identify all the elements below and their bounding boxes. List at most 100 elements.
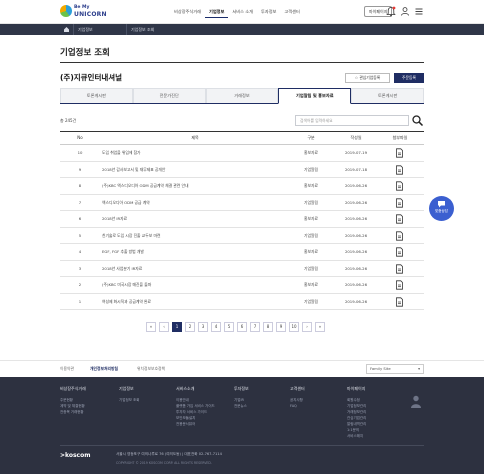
first-page-button[interactable]: «: [146, 322, 156, 332]
footer-column-heading[interactable]: 투자정보: [234, 386, 249, 392]
nav-item-invest[interactable]: 투자정보: [257, 8, 280, 18]
table-row[interactable]: 9 2018년 감사보고서 및 재무제표 공개안 기업알림 2019-07-18: [60, 162, 424, 178]
attachment-file-icon[interactable]: [395, 164, 404, 175]
footer-column-heading[interactable]: 마이페이지: [347, 386, 366, 392]
table-row[interactable]: 10 도입 취업을 위임에 참가 홍보자료 2019-07-19: [60, 145, 424, 162]
col-type: 구분: [307, 135, 315, 140]
table-row[interactable]: 8 (주)KBC 엑스디오디아 ODM 공급계약 체결 관련 안내 홍보자료 2019…: [60, 178, 424, 195]
consult-badge[interactable]: 맞춤상담: [429, 196, 454, 221]
tab-expert[interactable]: 전문가진단: [132, 88, 206, 103]
nav-item-service[interactable]: 서비스 소개: [228, 8, 257, 18]
footer-link[interactable]: FAQ: [290, 403, 305, 409]
tab-discussion-2[interactable]: 토론게시판: [351, 88, 424, 103]
row-title[interactable]: EGF, FGF 추출 방법 개발: [102, 244, 292, 259]
table-row[interactable]: 4 EGF, FGF 추출 방법 개발 홍보자료 2019-06-26: [60, 244, 424, 261]
row-type: 기업알림: [304, 298, 318, 304]
attachment-file-icon[interactable]: [395, 148, 404, 158]
footer-column-heading[interactable]: 서비스소개: [176, 386, 215, 392]
row-title[interactable]: 엑스디오디아 ODM 공급 계약: [102, 195, 292, 210]
site-logo[interactable]: Be My UNICORN: [60, 4, 106, 20]
page-number-button[interactable]: 5: [224, 322, 234, 332]
nav-item-support[interactable]: 고객센터: [280, 8, 303, 18]
table-row[interactable]: 6 2018년 IR자료 홍보자료 2019-06-26: [60, 211, 424, 228]
page-number-button[interactable]: 1: [172, 322, 182, 332]
footer-link[interactable]: 전문뉴스: [234, 403, 249, 409]
page-number-button[interactable]: 2: [185, 322, 195, 332]
add-favorite-button[interactable]: ☆ 관심기업등록: [345, 73, 390, 83]
table-row[interactable]: 7 엑스디오디아 ODM 공급 계약 기업알림 2019-06-26: [60, 195, 424, 211]
row-title[interactable]: 여성제 화시직과 공급계약 완료: [102, 294, 292, 309]
attachment-file-icon[interactable]: [395, 181, 404, 191]
menu-hamburger-icon[interactable]: [414, 6, 424, 17]
home-icon[interactable]: [63, 26, 70, 33]
row-title[interactable]: 2018년 감사보고서 및 재무제표 공개안: [102, 162, 292, 177]
location-policy-link[interactable]: 위치정보보호정책: [137, 366, 165, 372]
row-type: 기업알림: [304, 166, 318, 172]
last-page-button[interactable]: »: [315, 322, 325, 332]
tab-discussion[interactable]: 토론게시판: [60, 88, 133, 103]
attachment-file-icon[interactable]: [395, 263, 404, 274]
breadcrumb-item-company-search[interactable]: 기업정보 조회: [131, 24, 154, 35]
attachment-file-icon[interactable]: [395, 214, 404, 224]
footer-link[interactable]: 전용문서뷰어: [176, 421, 215, 427]
footer-links-bar: 이용약관 개인정보처리방침 위치정보보호정책 Family Site ▾: [0, 360, 484, 376]
page-number-button[interactable]: 7: [250, 322, 260, 332]
row-type: 홍보자료: [304, 183, 318, 188]
table-row[interactable]: 5 친기술로 도입 시장 진출 교두보 마련 기업알림 2019-06-26: [60, 228, 424, 244]
row-number: 4: [78, 249, 82, 254]
notice-table: No 제목 구분 작성일 첨부파일 10 도입 취업을 위임에 참가 홍보자료 201…: [60, 131, 424, 310]
notification-bell-icon[interactable]: [386, 6, 396, 17]
row-title[interactable]: (주)KBC 엑스디오디아 ODM 공급계약 체결 관련 안내: [102, 178, 292, 193]
page-number-button[interactable]: 10: [289, 322, 299, 332]
attachment-file-icon[interactable]: [395, 296, 404, 307]
prev-page-button[interactable]: ‹: [159, 322, 169, 332]
next-page-button[interactable]: ›: [302, 322, 312, 332]
footer-column-heading[interactable]: 비상장주식거래: [60, 386, 86, 392]
row-number: 10: [77, 150, 83, 155]
row-number: 1: [78, 298, 82, 304]
page-number-button[interactable]: 9: [276, 322, 286, 332]
row-title[interactable]: 2018년 IR자료: [102, 211, 292, 226]
row-title[interactable]: 도입 취업을 위임에 참가: [102, 145, 292, 160]
footer-link[interactable]: 기업정보 조회: [119, 397, 139, 403]
row-title[interactable]: 2018년 사업분기 IR자료: [102, 261, 292, 276]
tab-trade-info[interactable]: 거래정보: [205, 88, 279, 103]
total-count: 총 245건: [60, 118, 77, 123]
page-number-button[interactable]: 4: [211, 322, 221, 332]
user-icon[interactable]: [400, 6, 410, 17]
row-title[interactable]: 친기술로 도입 시장 진출 교두보 마련: [102, 228, 292, 243]
attachment-file-icon[interactable]: [395, 280, 404, 290]
footer-column-heading[interactable]: 고객센터: [290, 386, 305, 392]
terms-link[interactable]: 이용약관: [60, 366, 74, 372]
footer-column-heading[interactable]: 기업정보: [119, 386, 139, 392]
logo-mark-icon: [60, 5, 72, 17]
family-site-select[interactable]: Family Site ▾: [366, 364, 424, 374]
page-number-button[interactable]: 6: [237, 322, 247, 332]
copyright: COPYRIGHT © 2019 KOSCOM CORP. ALL RIGHTS…: [116, 461, 212, 465]
page-number-button[interactable]: 8: [263, 322, 273, 332]
row-title[interactable]: (주)KBC 미국시장 매진을 돌파: [102, 277, 292, 292]
family-site-label: Family Site: [370, 366, 391, 371]
tab-notices-pr[interactable]: 기업알림 및 홍보자료: [278, 88, 352, 104]
table-row[interactable]: 1 여성제 화시직과 공급계약 완료 기업알림 2019-06-26: [60, 294, 424, 310]
breadcrumb-item-company-info[interactable]: 기업정보: [78, 24, 93, 35]
privacy-link[interactable]: 개인정보처리방침: [90, 366, 118, 372]
attachment-file-icon[interactable]: [395, 230, 404, 241]
footer-column: 비상장주식거래 주문현황 계약 및 체결현황 전종목 거래현황: [60, 386, 86, 415]
search-icon[interactable]: [411, 114, 424, 127]
page-number-button[interactable]: 3: [198, 322, 208, 332]
footer-link[interactable]: 서비스해지: [347, 433, 366, 439]
col-title: 제목: [191, 135, 199, 140]
footer-link[interactable]: 전종목 거래현황: [60, 409, 86, 415]
row-type: 홍보자료: [304, 282, 318, 287]
attachment-file-icon[interactable]: [395, 247, 404, 257]
order-register-button[interactable]: 주문등록: [394, 73, 424, 83]
pagination: « ‹ 1 2 3 4 5 6 7 8 9 10 › »: [146, 322, 325, 332]
nav-item-trading[interactable]: 비상장주식거래: [170, 8, 205, 18]
footer-divider: [60, 445, 424, 446]
nav-item-company-info[interactable]: 기업정보: [204, 8, 229, 18]
attachment-file-icon[interactable]: [395, 197, 404, 208]
table-row[interactable]: 2 (주)KBC 미국시장 매진을 돌파 홍보자료 2019-06-26: [60, 277, 424, 294]
table-row[interactable]: 3 2018년 사업분기 IR자료 기업알림 2019-06-26: [60, 261, 424, 277]
search-input[interactable]: 검색어를 입력하세요: [295, 115, 409, 126]
